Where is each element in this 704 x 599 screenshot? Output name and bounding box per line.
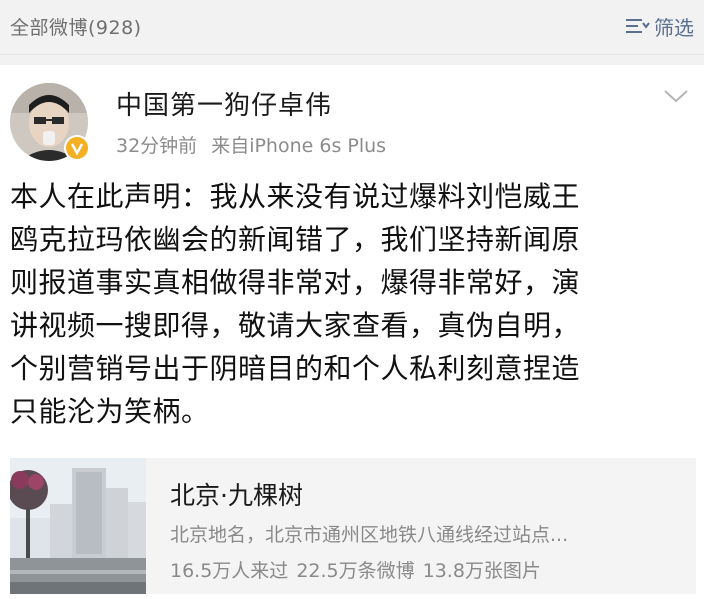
post-time: 32分钟前 <box>116 135 198 157</box>
location-visitors: 16.5万人来过 <box>170 560 289 582</box>
post-meta: 32分钟前 来自iPhone 6s Plus <box>116 131 386 158</box>
location-stats: 16.5万人来过 22.5万条微博 13.8万张图片 <box>170 556 549 583</box>
location-name: 北京·九棵树 <box>170 481 303 510</box>
location-posts: 22.5万条微博 <box>296 560 415 582</box>
post-card: 中国第一狗仔卓伟 32分钟前 来自iPhone 6s Plus 本人在此声明：我从… <box>0 65 704 599</box>
post-menu-button[interactable] <box>662 87 690 105</box>
post-body: 本人在此声明：我从来没有说过爆料刘恺威王 鸥克拉玛依幽会的新闻错了，我们坚持新闻… <box>10 175 694 433</box>
filter-label: 筛选 <box>654 15 694 40</box>
filter-lines-icon <box>626 19 650 33</box>
post-text-line: 讲视频一搜即得，敬请大家查看，真伪自明， <box>10 309 581 342</box>
author-name[interactable]: 中国第一狗仔卓伟 <box>116 85 332 122</box>
post-text-line: 鸥克拉玛依幽会的新闻错了，我们坚持新闻原 <box>10 223 581 256</box>
chevron-down-icon <box>664 90 688 103</box>
location-description: 北京地名，北京市通州区地铁八通线经过站点... <box>170 524 569 546</box>
section-gap <box>0 55 704 65</box>
filter-button[interactable]: 筛选 <box>624 11 694 41</box>
verified-v-badge-icon <box>64 135 90 161</box>
filter-bar: 全部微博(928) 筛选 <box>0 0 704 55</box>
post-text-line: 个别营销号出于阴暗目的和个人私利刻意捏造 <box>10 352 581 385</box>
location-card[interactable]: 北京·九棵树 北京地名，北京市通州区地铁八通线经过站点... 16.5万人来过 2… <box>10 458 696 594</box>
location-thumbnail <box>10 458 146 594</box>
post-text-line: 本人在此声明：我从来没有说过爆料刘恺威王 <box>10 180 581 213</box>
post-text-line: 则报道事实真相做得非常对，爆得非常好，演 <box>10 266 581 299</box>
post-source: 来自iPhone 6s Plus <box>211 135 387 157</box>
post-text-line: 只能沦为笑柄。 <box>10 395 210 428</box>
location-photos: 13.8万张图片 <box>422 560 541 582</box>
all-posts-count-title: 全部微博(928) <box>10 17 142 39</box>
